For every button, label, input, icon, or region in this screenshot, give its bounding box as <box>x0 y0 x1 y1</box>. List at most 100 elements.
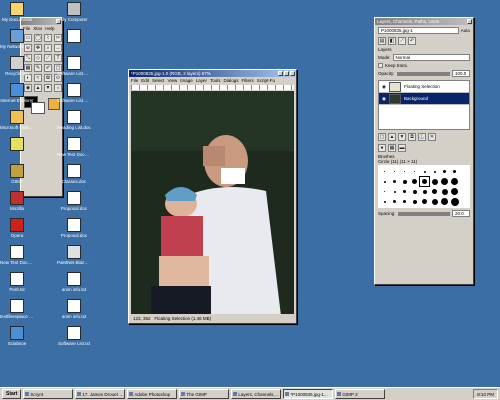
gradient-tab-icon[interactable]: ▬ <box>398 144 406 152</box>
layer-row[interactable]: ◉ Background <box>379 93 469 105</box>
desktop-icon[interactable]: Microsoft Outlook <box>0 110 34 130</box>
brush-swatch[interactable] <box>380 177 389 186</box>
desktop-icon[interactable]: My Network Places <box>0 29 34 49</box>
image-menu-item[interactable]: Image <box>180 78 193 83</box>
duplicate-layer-icon[interactable]: ⧉ <box>408 133 416 141</box>
brush-swatch[interactable] <box>440 167 449 176</box>
tool-icon[interactable]: ◯ <box>34 34 42 42</box>
brush-swatch[interactable] <box>410 187 419 196</box>
brush-swatch[interactable] <box>430 177 439 186</box>
brush-swatch[interactable] <box>400 187 409 196</box>
taskbar-button[interactable]: The GIMP <box>179 389 230 399</box>
tool-icon[interactable]: ⌕ <box>44 44 52 52</box>
tool-icon[interactable]: ✐ <box>44 64 52 72</box>
taskbar-button[interactable]: Adobe Photoshop <box>127 389 178 399</box>
brush-swatch[interactable] <box>390 197 399 206</box>
layer-row[interactable]: ◉ Floating Selection <box>379 81 469 93</box>
brush-swatch[interactable] <box>400 177 409 186</box>
anchor-layer-icon[interactable]: ⚓ <box>418 133 426 141</box>
taskbar-button[interactable]: Layers, Channels, Pa... <box>231 389 282 399</box>
brush-swatch[interactable] <box>440 197 449 206</box>
desktop-icon[interactable]: Classes.doc <box>57 164 91 184</box>
image-menu-item[interactable]: Tools <box>210 78 221 83</box>
image-menu-item[interactable]: Layer <box>196 78 207 83</box>
mode-select[interactable]: Normal <box>392 54 470 61</box>
tool-icon[interactable]: ✥ <box>34 44 42 52</box>
image-menu-item[interactable]: Edit <box>141 78 149 83</box>
brush-swatch[interactable] <box>450 167 459 176</box>
tool-icon[interactable]: ⟋ <box>44 54 52 62</box>
tool-icon[interactable]: ◇ <box>34 54 42 62</box>
eye-icon[interactable]: ◉ <box>382 96 386 102</box>
close-icon[interactable] <box>467 19 472 24</box>
taskbar-button[interactable]: *P1000835.jpg-1... <box>283 389 334 399</box>
desktop-icon[interactable]: Sciabsoe <box>0 326 34 346</box>
brush-swatch[interactable] <box>410 167 419 176</box>
desktop-icon[interactable]: My Documents <box>0 2 34 22</box>
brush-swatch[interactable] <box>410 177 419 186</box>
tool-icon[interactable]: ▲ <box>34 84 42 92</box>
image-window-titlebar[interactable]: *P1000835.jpg-1.0 (RGB, 2 layers) 67% <box>129 70 296 77</box>
image-menu-item[interactable]: Dialogs <box>224 78 239 83</box>
desktop-icon[interactable]: anim info.txt <box>57 272 91 292</box>
brush-swatch[interactable] <box>410 197 419 206</box>
brush-swatch[interactable] <box>420 167 429 176</box>
spacing-slider[interactable] <box>397 211 450 216</box>
layers-dialog-titlebar[interactable]: Layers, Channels, Paths, Undo <box>375 18 473 25</box>
desktop-icon[interactable]: textfilereplace Enemy-Tex... <box>0 299 34 319</box>
start-button[interactable]: Start <box>2 389 22 399</box>
desktop-icon[interactable]: Opera <box>0 218 34 238</box>
image-canvas[interactable] <box>131 91 294 314</box>
maximize-icon[interactable] <box>284 71 289 76</box>
image-menu-item[interactable]: Script-Fu <box>257 78 275 83</box>
brush-swatch[interactable] <box>430 187 439 196</box>
brush-swatch[interactable] <box>440 187 449 196</box>
desktop-icon[interactable]: PaintNet BlazeFtp <box>57 245 91 265</box>
brush-swatch[interactable] <box>380 187 389 196</box>
brush-swatch[interactable] <box>420 197 429 206</box>
brush-swatch[interactable] <box>390 167 399 176</box>
brush-swatch[interactable] <box>450 177 459 186</box>
brush-swatch[interactable] <box>430 167 439 176</box>
brush-swatch[interactable] <box>380 197 389 206</box>
brush-swatch[interactable] <box>450 197 459 206</box>
brush-swatch[interactable] <box>420 187 429 196</box>
desktop-icon[interactable] <box>0 137 34 152</box>
channels-tab-icon[interactable]: ◧ <box>388 37 396 45</box>
lower-layer-icon[interactable]: ▼ <box>398 133 406 141</box>
brush-swatch[interactable] <box>430 197 439 206</box>
brush-swatch[interactable] <box>390 177 399 186</box>
brush-swatch[interactable] <box>440 177 449 186</box>
spacing-field[interactable]: 20.0 <box>452 210 470 217</box>
image-selector[interactable]: P1000835.jpg-1 <box>378 27 459 34</box>
toolbox-menu-item[interactable]: Xtns <box>33 26 42 31</box>
desktop-icon[interactable]: Software List.doc <box>57 83 91 103</box>
tool-icon[interactable]: ≈ <box>34 74 42 82</box>
taskbar-button[interactable]: Scrynt <box>23 389 74 399</box>
delete-layer-icon[interactable]: ✕ <box>428 133 436 141</box>
desktop-icon[interactable]: Internet Explorer <box>0 83 34 103</box>
desktop-icon[interactable]: Reading List.doc <box>57 110 91 130</box>
auto-button[interactable]: Auto <box>461 28 470 33</box>
pattern-tab-icon[interactable]: ▦ <box>388 144 396 152</box>
desktop-icon[interactable]: My Computer <box>57 2 91 22</box>
desktop-icon[interactable]: New Text Docum... <box>57 137 91 157</box>
close-icon[interactable] <box>290 71 295 76</box>
tool-icon[interactable]: ↔ <box>54 44 62 52</box>
brush-tab-icon[interactable]: ● <box>378 144 386 152</box>
taskbar-button[interactable]: 17. James Drouet -... <box>75 389 126 399</box>
image-menu-item[interactable]: File <box>131 78 138 83</box>
keep-trans-checkbox[interactable] <box>378 63 383 68</box>
desktop-icon[interactable] <box>57 29 91 44</box>
tool-icon[interactable]: ⌇ <box>44 34 52 42</box>
new-layer-icon[interactable]: ▢ <box>378 133 386 141</box>
image-menu-item[interactable]: Select <box>152 78 165 83</box>
brush-swatch[interactable] <box>390 187 399 196</box>
brush-swatch[interactable] <box>419 176 430 187</box>
taskbar-button[interactable]: GIMP 2 <box>335 389 386 399</box>
desktop-icon[interactable]: Software List.txt <box>57 326 91 346</box>
brush-swatch[interactable] <box>400 197 409 206</box>
desktop-icon[interactable]: anim info.txt <box>57 299 91 319</box>
layers-tab-icon[interactable]: ▤ <box>378 37 386 45</box>
brush-swatch[interactable] <box>450 187 459 196</box>
